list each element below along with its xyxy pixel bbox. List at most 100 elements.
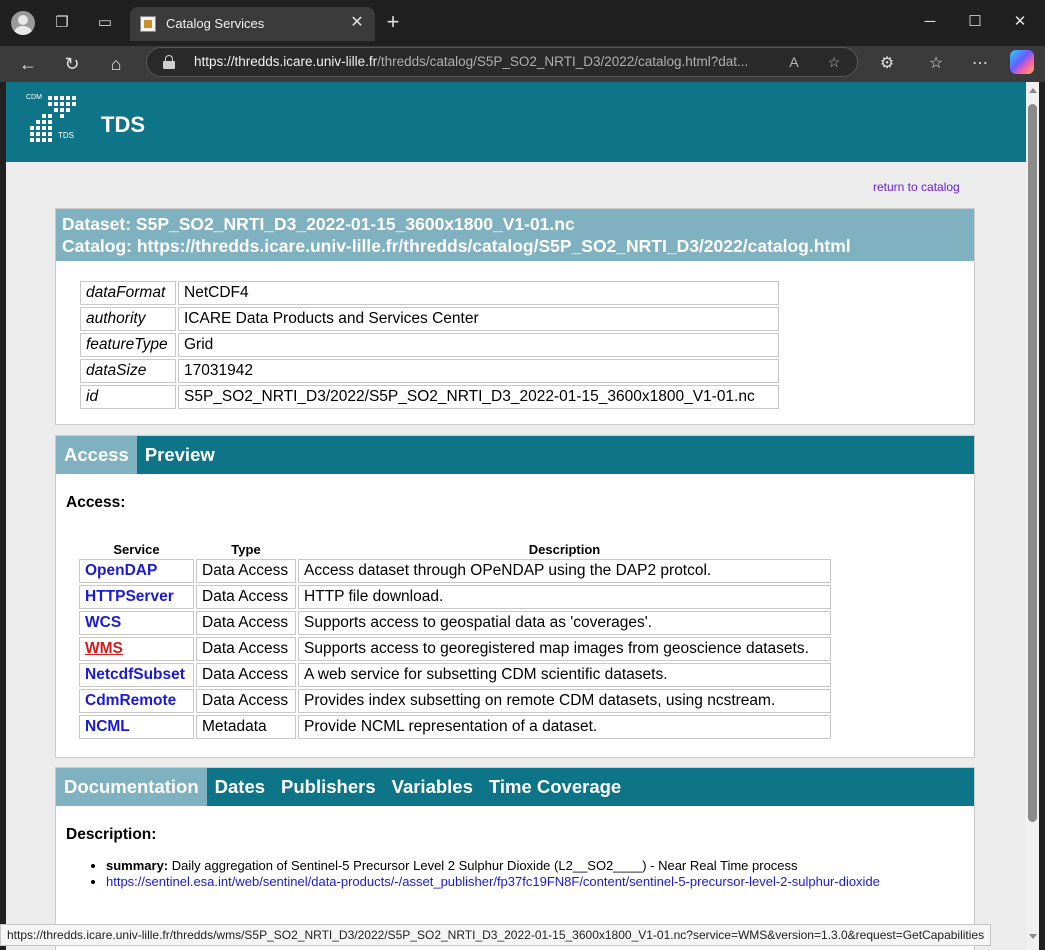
new-tab-icon[interactable]: +	[381, 11, 405, 35]
property-key: featureType	[80, 333, 176, 357]
property-key: authority	[80, 307, 176, 331]
maximize-icon[interactable]: ☐	[955, 8, 995, 36]
tds-header: CDM TDS TDS	[6, 82, 1026, 162]
back-icon[interactable]: ←	[14, 50, 42, 78]
tab-dates[interactable]: Dates	[207, 768, 273, 806]
service-description: Provides index subsetting on remote CDM …	[298, 689, 831, 713]
tab-publishers[interactable]: Publishers	[273, 768, 384, 806]
service-type: Data Access	[196, 663, 296, 687]
vertical-scrollbar[interactable]	[1026, 82, 1039, 950]
service-link-wms[interactable]: WMS	[85, 640, 123, 657]
service-link-wcs[interactable]: WCS	[85, 614, 121, 631]
workspaces-icon[interactable]: ❐	[50, 11, 74, 35]
favorite-star-icon[interactable]: ☆	[824, 52, 844, 72]
extensions-icon[interactable]: ⚙	[873, 50, 901, 78]
property-key: id	[80, 385, 176, 409]
service-link-netcdfsubset[interactable]: NetcdfSubset	[85, 666, 185, 683]
status-bar-url: https://thredds.icare.univ-lille.fr/thre…	[0, 924, 992, 946]
scroll-down-icon[interactable]	[1029, 934, 1037, 939]
refresh-icon[interactable]: ↻	[58, 50, 86, 78]
tab-variables[interactable]: Variables	[384, 768, 481, 806]
property-key: dataFormat	[80, 281, 176, 305]
table-row: authority ICARE Data Products and Service…	[80, 307, 779, 331]
list-item: summary: Daily aggregation of Sentinel-5…	[106, 858, 880, 874]
url-field[interactable]: https://thredds.icare.univ-lille.fr/thre…	[146, 47, 858, 77]
description-heading: Description:	[66, 826, 157, 843]
service-type: Metadata	[196, 715, 296, 739]
tab-close-icon[interactable]: ✕	[347, 13, 367, 33]
tab-favicon-icon	[140, 16, 156, 32]
service-description: Supports access to georegistered map ima…	[298, 637, 831, 661]
service-link-opendap[interactable]: OpenDAP	[85, 562, 157, 579]
table-row: OpenDAP Data Access Access dataset throu…	[79, 559, 831, 583]
dataset-panel: Dataset: S5P_SO2_NRTI_D3_2022-01-15_3600…	[55, 208, 975, 425]
service-description: HTTP file download.	[298, 585, 831, 609]
lock-icon[interactable]	[163, 55, 175, 69]
summary-text: Daily aggregation of Sentinel-5 Precurso…	[168, 858, 798, 873]
table-row: dataFormat NetCDF4	[80, 281, 779, 305]
column-header: Type	[231, 541, 261, 557]
property-value: NetCDF4	[178, 281, 779, 305]
service-description: Supports access to geospatial data as 'c…	[298, 611, 831, 635]
tab-preview[interactable]: Preview	[137, 436, 223, 474]
unidata-logo: CDM TDS	[26, 94, 78, 142]
table-row: dataSize 17031942	[80, 359, 779, 383]
home-icon[interactable]: ⌂	[102, 50, 130, 78]
property-key: dataSize	[80, 359, 176, 383]
browser-tab-bar: ❐ ▭ Catalog Services ✕ + ─ ☐ ✕	[0, 0, 1045, 46]
column-header: Service	[113, 541, 160, 557]
service-link-ncml[interactable]: NCML	[85, 718, 130, 735]
dataset-name: Dataset: S5P_SO2_NRTI_D3_2022-01-15_3600…	[62, 214, 575, 234]
summary-label: summary:	[106, 858, 169, 873]
tab-access[interactable]: Access	[56, 436, 137, 474]
tab-actions-icon[interactable]: ▭	[93, 11, 117, 35]
documentation-panel: Documentation Dates Publishers Variables…	[55, 767, 975, 950]
page-viewport: CDM TDS TDS return to catalog Dataset: S…	[6, 82, 1026, 950]
tab-title: Catalog Services	[166, 16, 265, 31]
table-row: id S5P_SO2_NRTI_D3/2022/S5P_SO2_NRTI_D3_2…	[80, 385, 779, 409]
tab-time-coverage[interactable]: Time Coverage	[481, 768, 629, 806]
property-value: 17031942	[178, 359, 779, 383]
description-list: summary: Daily aggregation of Sentinel-5…	[106, 858, 880, 890]
table-row: WMS Data Access Supports access to geore…	[79, 637, 831, 661]
table-row: HTTPServer Data Access HTTP file downloa…	[79, 585, 831, 609]
scroll-up-icon[interactable]	[1029, 88, 1037, 93]
table-row: featureType Grid	[80, 333, 779, 357]
favorites-icon[interactable]: ☆	[922, 50, 950, 78]
service-type: Data Access	[196, 689, 296, 713]
minimize-icon[interactable]: ─	[910, 8, 950, 36]
scrollbar-thumb[interactable]	[1028, 104, 1037, 822]
page-title: TDS	[101, 112, 145, 137]
dataset-header: Dataset: S5P_SO2_NRTI_D3_2022-01-15_3600…	[56, 209, 974, 261]
url-path: /thredds/catalog/S5P_SO2_NRTI_D3/2022/ca…	[377, 54, 749, 69]
table-row: WCS Data Access Supports access to geosp…	[79, 611, 831, 635]
list-item: https://sentinel.esa.int/web/sentinel/da…	[106, 874, 880, 890]
property-value: S5P_SO2_NRTI_D3/2022/S5P_SO2_NRTI_D3_202…	[178, 385, 779, 409]
more-menu-icon[interactable]: ⋯	[966, 50, 994, 78]
logo-tds-text: TDS	[58, 131, 74, 140]
table-row: NetcdfSubset Data Access A web service f…	[79, 663, 831, 687]
service-type: Data Access	[196, 637, 296, 661]
browser-tab[interactable]: Catalog Services ✕	[130, 7, 375, 41]
documentation-link[interactable]: https://sentinel.esa.int/web/sentinel/da…	[106, 874, 880, 889]
service-description: Access dataset through OPeNDAP using the…	[298, 559, 831, 583]
catalog-url: Catalog: https://thredds.icare.univ-lill…	[62, 236, 851, 256]
service-link-httpserver[interactable]: HTTPServer	[85, 588, 174, 605]
access-tabs: Access Preview	[56, 436, 974, 474]
tab-documentation[interactable]: Documentation	[56, 768, 207, 806]
window-close-icon[interactable]: ✕	[1000, 8, 1040, 36]
profile-icon[interactable]	[11, 11, 35, 35]
table-row: CdmRemote Data Access Provides index sub…	[79, 689, 831, 713]
copilot-icon[interactable]	[1010, 50, 1034, 74]
dataset-properties-table: dataFormat NetCDF4 authority ICARE Data Pr…	[78, 279, 781, 411]
property-value: ICARE Data Products and Services Center	[178, 307, 779, 331]
url-host: https://thredds.icare.univ-lille.fr	[194, 54, 378, 69]
service-description: Provide NCML representation of a dataset…	[298, 715, 831, 739]
service-type: Data Access	[196, 559, 296, 583]
table-header-row: Service Type Description	[79, 541, 831, 557]
service-link-cdmremote[interactable]: CdmRemote	[85, 692, 176, 709]
read-aloud-icon[interactable]: A	[784, 52, 804, 72]
access-heading: Access:	[66, 494, 126, 511]
return-to-catalog-link[interactable]: return to catalog	[873, 180, 960, 194]
browser-address-bar: ← ↻ ⌂ https://thredds.icare.univ-lille.f…	[0, 46, 1045, 82]
